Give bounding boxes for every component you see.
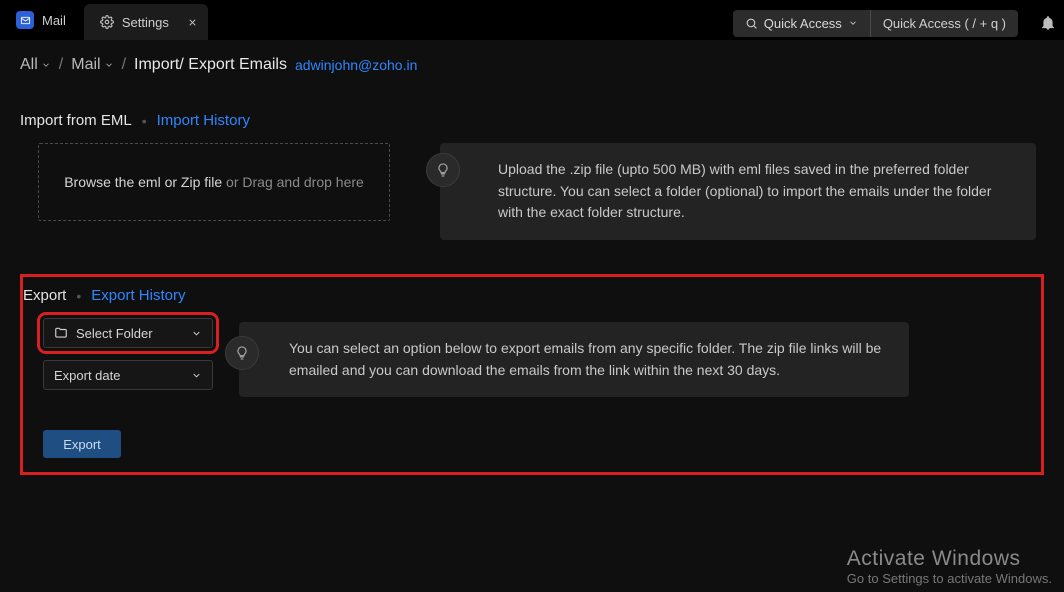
search-icon (745, 17, 758, 30)
import-tip-text: Upload the .zip file (upto 500 MB) with … (498, 161, 991, 220)
close-icon[interactable] (187, 17, 198, 28)
breadcrumb-separator: / (122, 56, 126, 74)
tab-bar: Mail Settings Quick Access Quick Access … (0, 0, 1064, 40)
gear-icon (100, 15, 114, 29)
export-tip-text: You can select an option below to export… (289, 340, 881, 378)
dropzone-rest-label: or Drag and drop here (222, 174, 364, 190)
account-email-link[interactable]: adwinjohn@zoho.in (295, 57, 417, 73)
tab-mail[interactable]: Mail (0, 0, 82, 40)
chevron-down-icon (191, 370, 202, 381)
breadcrumb-all[interactable]: All (20, 56, 51, 74)
breadcrumb-mail[interactable]: Mail (71, 56, 113, 74)
quick-access-right-label: Quick Access ( / + q ) (883, 16, 1006, 31)
tab-mail-label: Mail (42, 13, 66, 28)
watermark-subtitle: Go to Settings to activate Windows. (847, 571, 1052, 586)
import-tip-box: Upload the .zip file (upto 500 MB) with … (440, 143, 1036, 240)
dropzone-browse-label: Browse the eml or Zip file (64, 174, 222, 190)
notifications-button[interactable] (1032, 6, 1064, 40)
quick-access-button[interactable]: Quick Access (733, 10, 870, 37)
breadcrumb-all-label: All (20, 56, 38, 74)
quick-access-shortcut[interactable]: Quick Access ( / + q ) (870, 10, 1018, 37)
export-label: Export (23, 287, 66, 304)
export-highlight-box: Export • Export History Select Folder Ex… (20, 274, 1044, 475)
quick-access-bar: Quick Access Quick Access ( / + q ) (733, 0, 1018, 40)
select-folder-label: Select Folder (76, 326, 153, 341)
chevron-down-icon (104, 60, 114, 70)
import-history-link[interactable]: Import History (157, 112, 250, 129)
export-date-dropdown[interactable]: Export date (43, 360, 213, 390)
breadcrumb-separator: / (59, 56, 63, 74)
watermark-title: Activate Windows (847, 547, 1052, 571)
tab-settings-label: Settings (122, 15, 169, 30)
lightbulb-icon (225, 336, 259, 370)
lightbulb-icon (426, 153, 460, 187)
bell-icon (1040, 15, 1056, 31)
separator-dot: • (142, 113, 147, 129)
import-from-eml-label: Import from EML (20, 112, 132, 129)
quick-access-left-label: Quick Access (764, 16, 842, 31)
import-dropzone[interactable]: Browse the eml or Zip file or Drag and d… (38, 143, 390, 221)
export-date-label: Export date (54, 368, 121, 383)
separator-dot: • (76, 288, 81, 304)
export-tip-box: You can select an option below to export… (239, 322, 909, 397)
export-history-link[interactable]: Export History (91, 287, 185, 304)
export-section-header: Export • Export History (23, 287, 1029, 304)
breadcrumb-mail-label: Mail (71, 56, 100, 74)
page-title: Import/ Export Emails (134, 56, 287, 74)
chevron-down-icon (848, 18, 858, 28)
tab-settings[interactable]: Settings (84, 4, 208, 40)
chevron-down-icon (41, 60, 51, 70)
mail-icon (16, 11, 34, 29)
chevron-down-icon (191, 328, 202, 339)
windows-activation-watermark: Activate Windows Go to Settings to activ… (847, 547, 1052, 586)
export-button[interactable]: Export (43, 430, 121, 458)
import-section-header: Import from EML • Import History (20, 112, 1044, 129)
breadcrumb: All / Mail / Import/ Export Emails adwin… (0, 40, 1064, 84)
folder-icon (54, 326, 68, 340)
select-folder-dropdown[interactable]: Select Folder (43, 318, 213, 348)
